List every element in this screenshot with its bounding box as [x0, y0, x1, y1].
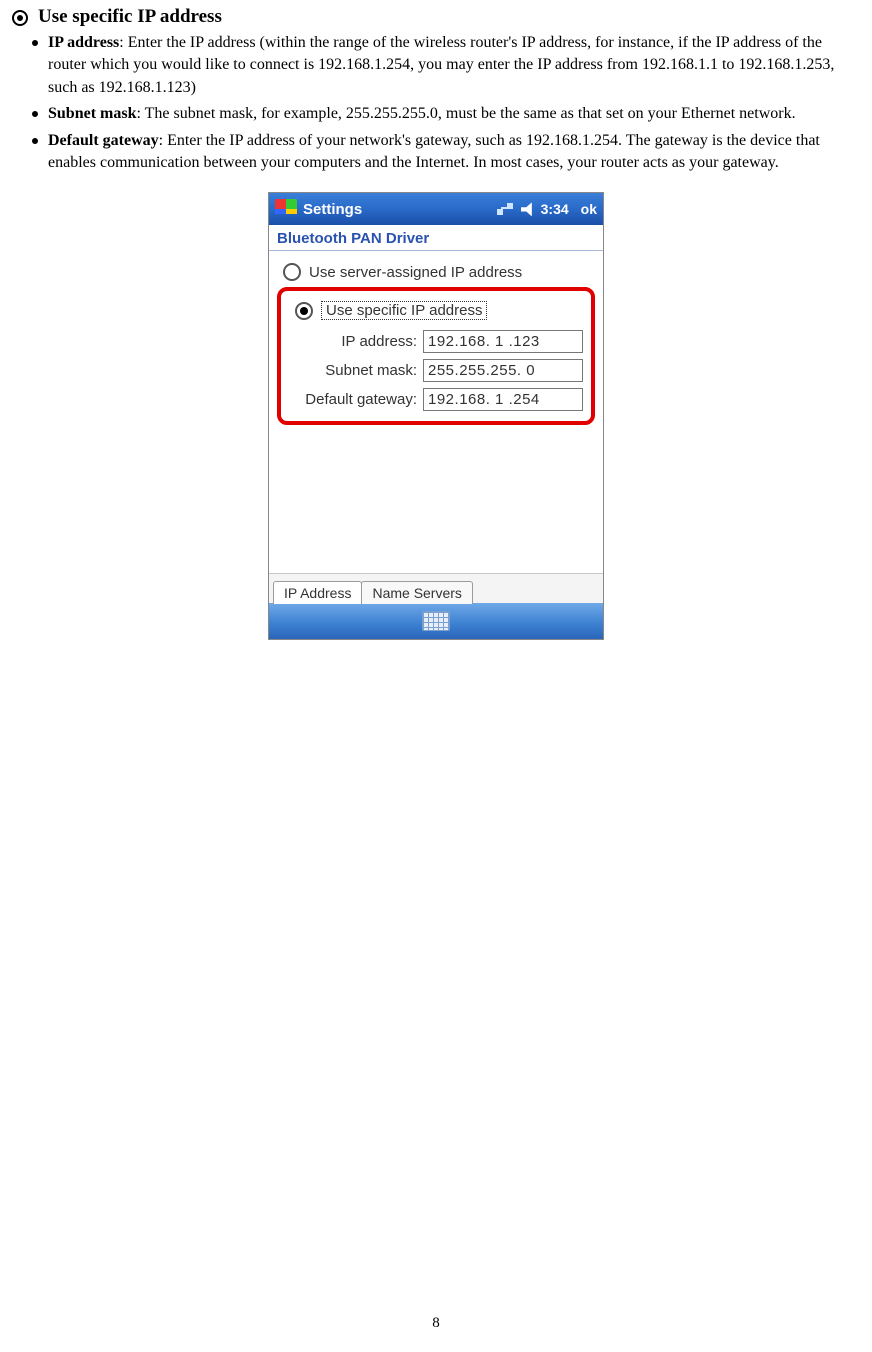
ip-address-input[interactable]	[423, 330, 583, 353]
text-subnet-mask: : The subnet mask, for example, 255.255.…	[136, 105, 795, 122]
field-row-ip: IP address:	[289, 330, 583, 353]
term-subnet-mask: Subnet mask	[48, 105, 136, 122]
radio-unchecked-icon	[283, 263, 301, 281]
term-ip-address: IP address	[48, 34, 119, 51]
ok-button[interactable]: ok	[581, 201, 597, 217]
field-row-gateway: Default gateway:	[289, 388, 583, 411]
radio-specific-ip[interactable]: Use specific IP address	[289, 297, 583, 324]
clock-time: 3:34	[541, 201, 569, 217]
radio-checked-icon	[295, 302, 313, 320]
bullet-subnet-mask: Subnet mask: The subnet mask, for exampl…	[32, 103, 860, 125]
connection-icon[interactable]	[497, 201, 515, 217]
radio-server-assigned-label: Use server-assigned IP address	[309, 264, 522, 281]
titlebar: Settings 3:34 ok	[269, 193, 603, 225]
embedded-screenshot: Settings 3:34 ok Bluetooth PAN Driver Us…	[12, 192, 860, 640]
device-window: Settings 3:34 ok Bluetooth PAN Driver Us…	[268, 192, 604, 640]
window-title: Settings	[303, 201, 491, 218]
bullet-list: IP address: Enter the IP address (within…	[12, 32, 860, 174]
volume-icon[interactable]	[521, 202, 535, 216]
bottom-bar	[269, 603, 603, 639]
page-number: 8	[0, 1315, 872, 1332]
heading-text: Use specific IP address	[38, 6, 222, 28]
settings-content: Use server-assigned IP address Use speci…	[269, 251, 603, 603]
field-row-subnet: Subnet mask:	[289, 359, 583, 382]
bullet-ip-address: IP address: Enter the IP address (within…	[32, 32, 860, 99]
term-default-gateway: Default gateway	[48, 132, 159, 149]
tab-strip: IP Address Name Servers	[269, 573, 603, 603]
text-default-gateway: : Enter the IP address of your network's…	[48, 132, 820, 171]
tab-ip-address[interactable]: IP Address	[273, 581, 362, 604]
subnet-mask-input[interactable]	[423, 359, 583, 382]
ip-address-label: IP address:	[341, 333, 417, 350]
bullet-default-gateway: Default gateway: Enter the IP address of…	[32, 130, 860, 175]
text-ip-address: : Enter the IP address (within the range…	[48, 34, 834, 96]
windows-flag-icon[interactable]	[275, 199, 297, 219]
radio-specific-ip-label: Use specific IP address	[321, 301, 487, 320]
highlight-box: Use specific IP address IP address: Subn…	[277, 287, 595, 425]
subnet-mask-label: Subnet mask:	[325, 362, 417, 379]
default-gateway-input[interactable]	[423, 388, 583, 411]
radio-server-assigned[interactable]: Use server-assigned IP address	[277, 259, 595, 285]
panel-subheader: Bluetooth PAN Driver	[269, 225, 603, 251]
section-heading: Use specific IP address	[12, 6, 860, 28]
default-gateway-label: Default gateway:	[305, 391, 417, 408]
tab-name-servers[interactable]: Name Servers	[361, 581, 472, 604]
keyboard-icon[interactable]	[422, 611, 450, 631]
radio-bullet-icon	[12, 10, 28, 26]
